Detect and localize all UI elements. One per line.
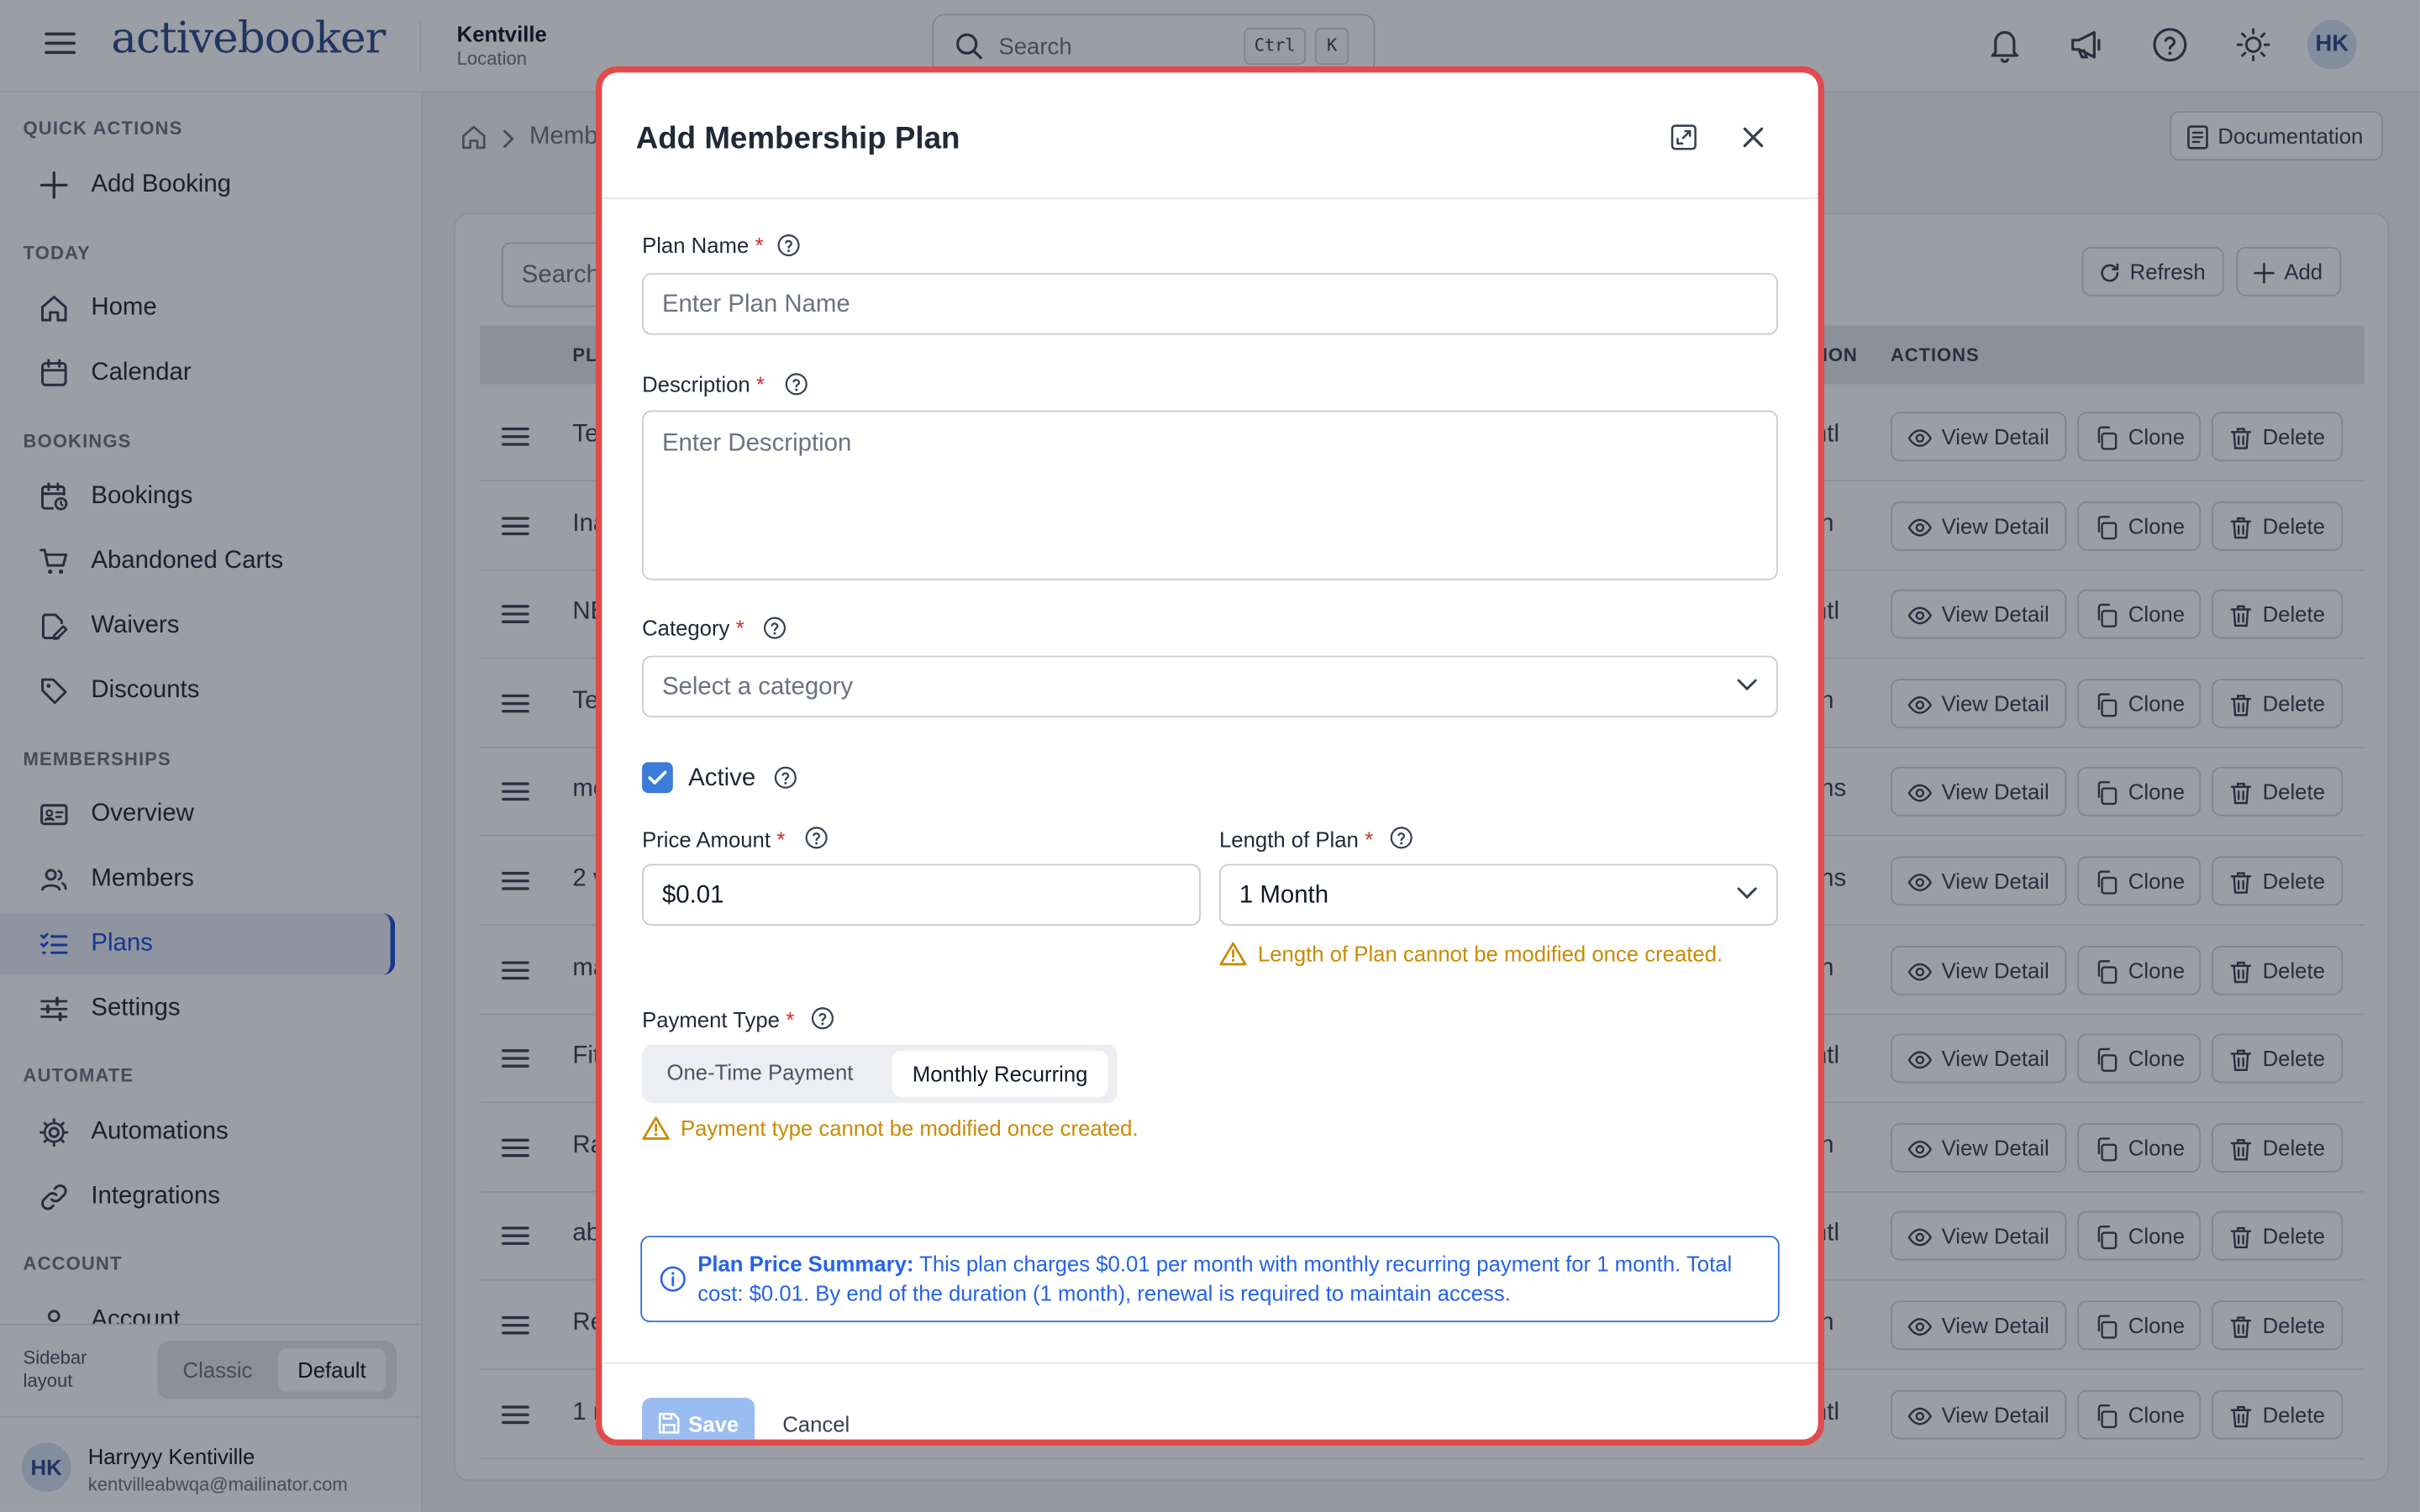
plan-name-label: Plan Name * [642, 233, 764, 258]
save-label: Save [688, 1411, 739, 1436]
category-label-text: Category [642, 615, 730, 641]
modal-footer: Save Cancel [602, 1362, 1818, 1440]
payment-type-segmented: One-Time Payment Monthly Recurring [642, 1044, 1118, 1104]
summary-text: Plan Price Summary: This plan charges $0… [697, 1250, 1762, 1309]
help-icon[interactable] [784, 372, 808, 396]
description-label: Description * [642, 371, 765, 397]
category-select[interactable]: Select a category [642, 655, 1778, 718]
length-of-plan-label: Length of Plan * [1218, 827, 1374, 852]
length-of-plan-label-text: Length of Plan [1218, 827, 1359, 852]
price-amount-value: $0.01 [661, 882, 724, 909]
modal-title: Add Membership Plan [635, 122, 960, 156]
help-icon[interactable] [810, 1006, 834, 1031]
help-icon[interactable] [776, 233, 801, 257]
length-of-plan-value: 1 Month [1239, 882, 1329, 909]
active-label[interactable]: Active [688, 765, 755, 793]
chevron-down-icon [1736, 885, 1758, 900]
check-icon [648, 770, 667, 785]
help-icon[interactable] [804, 826, 829, 850]
help-icon[interactable] [773, 765, 797, 790]
info-icon [659, 1265, 687, 1293]
expand-icon[interactable] [1670, 123, 1697, 151]
help-icon[interactable] [1389, 826, 1413, 850]
warning-icon [1219, 941, 1247, 966]
help-icon[interactable] [762, 616, 786, 640]
modal-header: Add Membership Plan [602, 72, 1818, 199]
close-icon[interactable] [1743, 127, 1765, 149]
payment-option-one-time[interactable]: One-Time Payment [666, 1060, 853, 1084]
payment-type-label-text: Payment Type [642, 1007, 780, 1032]
plan-name-placeholder: Enter Plan Name [661, 291, 850, 318]
add-membership-plan-modal: Add Membership Plan Plan Name * Enter Pla… [595, 66, 1824, 1446]
payment-type-warning: Payment type cannot be modified once cre… [680, 1115, 1139, 1141]
price-amount-label-text: Price Amount [642, 827, 771, 852]
description-placeholder: Enter Description [661, 430, 852, 457]
length-of-plan-select[interactable]: 1 Month [1218, 864, 1778, 927]
cancel-button[interactable]: Cancel [782, 1412, 850, 1436]
description-textarea[interactable]: Enter Description [642, 410, 1778, 580]
warning-icon [642, 1116, 670, 1140]
length-of-plan-warning: Length of Plan cannot be modified once c… [1257, 941, 1723, 966]
plan-name-label-text: Plan Name [642, 233, 750, 258]
payment-type-label: Payment Type * [642, 1007, 795, 1032]
save-icon [657, 1412, 681, 1436]
description-label-text: Description [642, 371, 750, 397]
price-amount-input[interactable]: $0.01 [642, 864, 1201, 927]
chevron-down-icon [1736, 677, 1758, 692]
price-amount-label: Price Amount * [642, 827, 786, 852]
save-button[interactable]: Save [642, 1398, 755, 1440]
active-checkbox[interactable] [642, 762, 673, 794]
category-label: Category * [642, 615, 744, 641]
category-placeholder: Select a category [661, 674, 854, 701]
summary-title: Plan Price Summary: [697, 1251, 914, 1276]
payment-option-monthly[interactable]: Monthly Recurring [892, 1050, 1108, 1097]
plan-price-summary: Plan Price Summary: This plan charges $0… [640, 1236, 1780, 1323]
plan-name-input[interactable]: Enter Plan Name [642, 273, 1778, 335]
